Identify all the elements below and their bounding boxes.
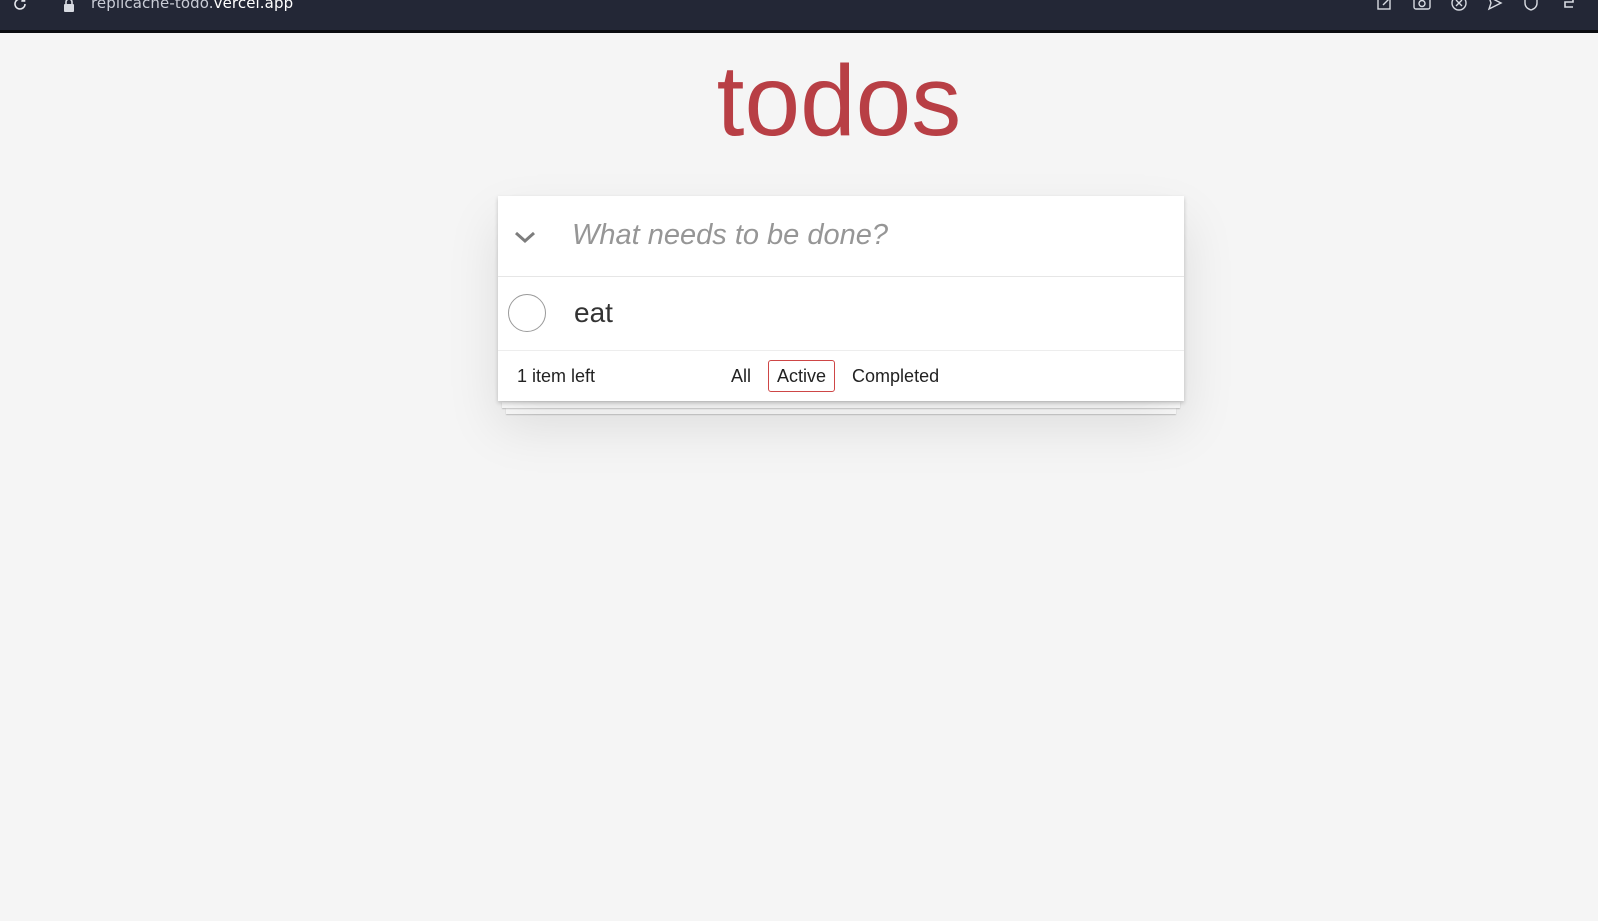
todo-footer: 1 item left All Active Completed <box>498 351 1184 401</box>
todo-list: eat <box>498 277 1184 351</box>
x-circle-icon[interactable] <box>1450 0 1468 12</box>
app-title: todos <box>716 45 962 157</box>
filter-all[interactable]: All <box>722 360 760 392</box>
browser-action-icons <box>1368 0 1598 16</box>
browser-toolbar: replicache-todo.vercel.app <box>0 0 1598 33</box>
extension-icon[interactable] <box>1560 0 1578 12</box>
filter-tabs: All Active Completed <box>722 360 948 392</box>
address-bar-url[interactable]: replicache-todo.vercel.app <box>91 0 293 12</box>
new-todo-input[interactable] <box>558 212 1158 258</box>
lock-icon[interactable] <box>62 0 76 12</box>
edit-icon[interactable] <box>1376 0 1394 12</box>
todo-header <box>498 196 1184 277</box>
send-icon[interactable] <box>1486 0 1504 12</box>
filter-active[interactable]: Active <box>768 360 836 392</box>
todo-label[interactable]: eat <box>574 295 613 331</box>
url-path: replicache-todo. <box>91 0 214 12</box>
card-stack-shadow <box>506 408 1176 414</box>
todo-app-card: eat 1 item left All Active Completed <box>498 196 1184 401</box>
camera-icon[interactable] <box>1412 0 1432 12</box>
todo-item[interactable]: eat <box>498 277 1184 351</box>
chevron-down-icon <box>515 231 535 244</box>
filter-completed[interactable]: Completed <box>843 360 948 392</box>
items-left-count: 1 item left <box>517 366 596 386</box>
todo-complete-checkbox[interactable] <box>508 294 546 332</box>
url-host: vercel.app <box>213 0 294 12</box>
shield-icon[interactable] <box>1522 0 1540 12</box>
reload-icon[interactable] <box>12 0 28 12</box>
card-stack-shadow <box>502 402 1180 408</box>
toggle-all-button[interactable] <box>510 222 540 252</box>
